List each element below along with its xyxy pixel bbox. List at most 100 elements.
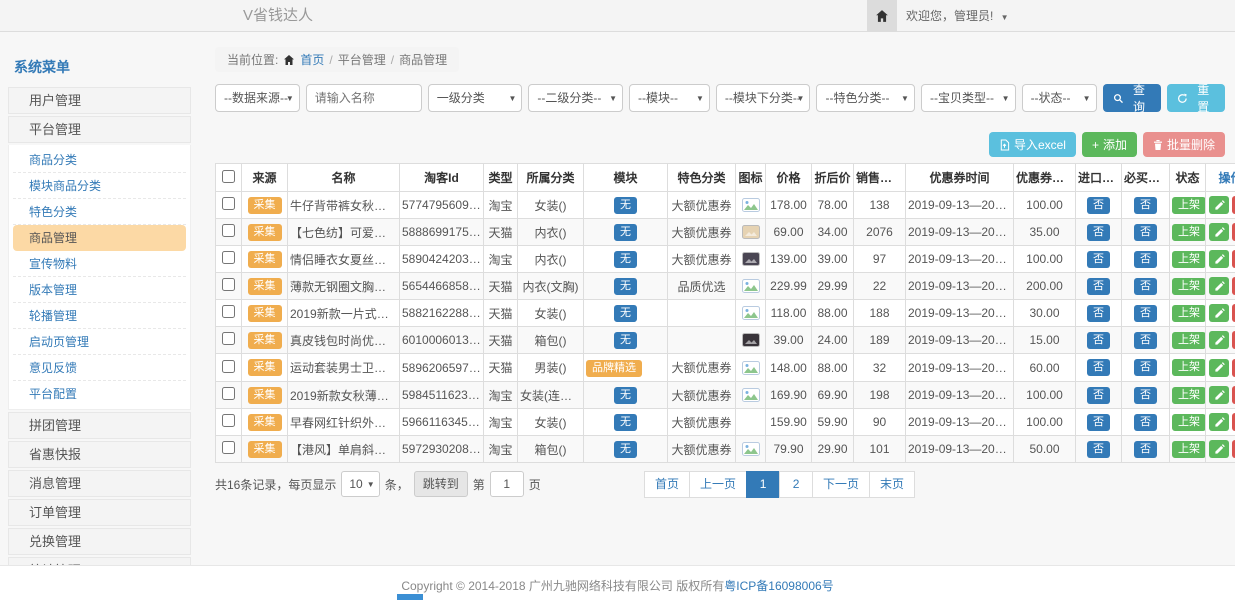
toggle-badge[interactable]: 否 bbox=[1087, 441, 1110, 458]
toggle-badge[interactable]: 否 bbox=[1087, 387, 1110, 404]
sidebar-item-4[interactable]: 宣传物料 bbox=[13, 251, 186, 277]
sidebar-item-1[interactable]: 模块商品分类 bbox=[13, 173, 186, 199]
module-badge[interactable]: 无 bbox=[614, 332, 637, 349]
row-checkbox[interactable] bbox=[222, 360, 235, 373]
sidebar-group-6[interactable]: 兑换管理 bbox=[8, 528, 191, 555]
toggle-badge[interactable]: 否 bbox=[1134, 197, 1157, 214]
module-badge[interactable]: 无 bbox=[614, 251, 637, 268]
toggle-badge[interactable]: 否 bbox=[1134, 251, 1157, 268]
row-checkbox[interactable] bbox=[222, 305, 235, 318]
sidebar-item-9[interactable]: 平台配置 bbox=[13, 381, 186, 407]
row-checkbox[interactable] bbox=[222, 414, 235, 427]
edit-button[interactable] bbox=[1209, 386, 1229, 404]
toggle-badge[interactable]: 否 bbox=[1134, 414, 1157, 431]
status-badge[interactable]: 上架 bbox=[1172, 441, 1206, 458]
page-button-2[interactable]: 1 bbox=[746, 471, 780, 498]
row-checkbox[interactable] bbox=[222, 278, 235, 291]
toggle-badge[interactable]: 否 bbox=[1087, 224, 1110, 241]
filter-select-5[interactable]: --特色分类--▼ bbox=[816, 84, 915, 112]
row-checkbox[interactable] bbox=[222, 332, 235, 345]
status-badge[interactable]: 上架 bbox=[1172, 197, 1206, 214]
sidebar-group-3[interactable]: 省惠快报 bbox=[8, 441, 191, 468]
toggle-badge[interactable]: 否 bbox=[1134, 441, 1157, 458]
jump-button[interactable]: 跳转到 bbox=[414, 471, 468, 497]
module-badge[interactable]: 无 bbox=[614, 441, 637, 458]
module-badge[interactable]: 无 bbox=[614, 278, 637, 295]
sidebar-group-1[interactable]: 平台管理 bbox=[8, 116, 191, 143]
toggle-badge[interactable]: 否 bbox=[1134, 305, 1157, 322]
toggle-badge[interactable]: 否 bbox=[1087, 305, 1110, 322]
module-badge[interactable]: 无 bbox=[614, 224, 637, 241]
page-button-0[interactable]: 首页 bbox=[644, 471, 690, 498]
edit-button[interactable] bbox=[1209, 196, 1229, 214]
module-badge[interactable]: 无 bbox=[614, 197, 637, 214]
icp-link[interactable]: 粤ICP备16098006号 bbox=[724, 579, 833, 593]
batch-delete-button[interactable]: 批量删除 bbox=[1143, 132, 1225, 157]
toggle-badge[interactable]: 否 bbox=[1134, 224, 1157, 241]
page-button-3[interactable]: 2 bbox=[779, 471, 813, 498]
reset-button[interactable]: 重置 bbox=[1167, 84, 1225, 112]
toggle-badge[interactable]: 否 bbox=[1087, 332, 1110, 349]
filter-select-0[interactable]: --数据来源--▼ bbox=[215, 84, 300, 112]
sidebar-item-6[interactable]: 轮播管理 bbox=[13, 303, 186, 329]
add-button[interactable]: + 添加 bbox=[1082, 132, 1137, 157]
row-checkbox[interactable] bbox=[222, 387, 235, 400]
filter-select-4[interactable]: --模块下分类--▼ bbox=[716, 84, 811, 112]
row-checkbox[interactable] bbox=[222, 197, 235, 210]
toggle-badge[interactable]: 否 bbox=[1087, 251, 1110, 268]
home-button[interactable] bbox=[867, 0, 897, 32]
status-badge[interactable]: 上架 bbox=[1172, 224, 1206, 241]
toggle-badge[interactable]: 否 bbox=[1134, 359, 1157, 376]
sidebar-item-5[interactable]: 版本管理 bbox=[13, 277, 186, 303]
breadcrumb-home-link[interactable]: 首页 bbox=[300, 51, 324, 68]
sidebar-group-5[interactable]: 订单管理 bbox=[8, 499, 191, 526]
edit-button[interactable] bbox=[1209, 413, 1229, 431]
filter-select-2[interactable]: --二级分类--▼ bbox=[528, 84, 623, 112]
module-badge[interactable]: 无 bbox=[614, 414, 637, 431]
status-badge[interactable]: 上架 bbox=[1172, 359, 1206, 376]
toggle-badge[interactable]: 否 bbox=[1087, 359, 1110, 376]
page-button-5[interactable]: 末页 bbox=[869, 471, 915, 498]
edit-button[interactable] bbox=[1209, 440, 1229, 458]
search-button[interactable]: 查询 bbox=[1103, 84, 1161, 112]
select-all-checkbox[interactable] bbox=[222, 170, 235, 183]
edit-button[interactable] bbox=[1209, 331, 1229, 349]
page-button-4[interactable]: 下一页 bbox=[812, 471, 870, 498]
sidebar-group-4[interactable]: 消息管理 bbox=[8, 470, 191, 497]
status-badge[interactable]: 上架 bbox=[1172, 251, 1206, 268]
toggle-badge[interactable]: 否 bbox=[1087, 414, 1110, 431]
filter-select-6[interactable]: --宝贝类型--▼ bbox=[921, 84, 1016, 112]
module-badge[interactable]: 无 bbox=[614, 387, 637, 404]
row-checkbox[interactable] bbox=[222, 441, 235, 454]
toggle-badge[interactable]: 否 bbox=[1087, 197, 1110, 214]
page-button-1[interactable]: 上一页 bbox=[689, 471, 747, 498]
row-checkbox[interactable] bbox=[222, 251, 235, 264]
toggle-badge[interactable]: 否 bbox=[1134, 387, 1157, 404]
edit-button[interactable] bbox=[1209, 250, 1229, 268]
status-badge[interactable]: 上架 bbox=[1172, 278, 1206, 295]
sidebar-item-7[interactable]: 启动页管理 bbox=[13, 329, 186, 355]
edit-button[interactable] bbox=[1209, 359, 1229, 377]
status-badge[interactable]: 上架 bbox=[1172, 414, 1206, 431]
sidebar-item-0[interactable]: 商品分类 bbox=[13, 147, 186, 173]
edit-button[interactable] bbox=[1209, 223, 1229, 241]
sidebar-item-2[interactable]: 特色分类 bbox=[13, 199, 186, 225]
toggle-badge[interactable]: 否 bbox=[1134, 278, 1157, 295]
status-badge[interactable]: 上架 bbox=[1172, 387, 1206, 404]
toggle-badge[interactable]: 否 bbox=[1134, 332, 1157, 349]
sidebar-group-0[interactable]: 用户管理 bbox=[8, 87, 191, 114]
status-badge[interactable]: 上架 bbox=[1172, 305, 1206, 322]
filter-select-3[interactable]: --模块--▼ bbox=[629, 84, 710, 112]
edit-button[interactable] bbox=[1209, 304, 1229, 322]
filter-select-7[interactable]: --状态--▼ bbox=[1022, 84, 1097, 112]
sidebar-group-2[interactable]: 拼团管理 bbox=[8, 412, 191, 439]
status-badge[interactable]: 上架 bbox=[1172, 332, 1206, 349]
row-checkbox[interactable] bbox=[222, 224, 235, 237]
per-page-select[interactable]: 10▼ bbox=[341, 471, 379, 497]
module-badge[interactable]: 品牌精选 bbox=[586, 360, 642, 377]
sidebar-item-8[interactable]: 意见反馈 bbox=[13, 355, 186, 381]
user-menu[interactable]: 欢迎您，管理员! ▼ bbox=[906, 0, 1009, 34]
toggle-badge[interactable]: 否 bbox=[1087, 278, 1110, 295]
page-number-input[interactable] bbox=[490, 471, 524, 497]
import-excel-button[interactable]: 导入excel bbox=[989, 132, 1076, 157]
